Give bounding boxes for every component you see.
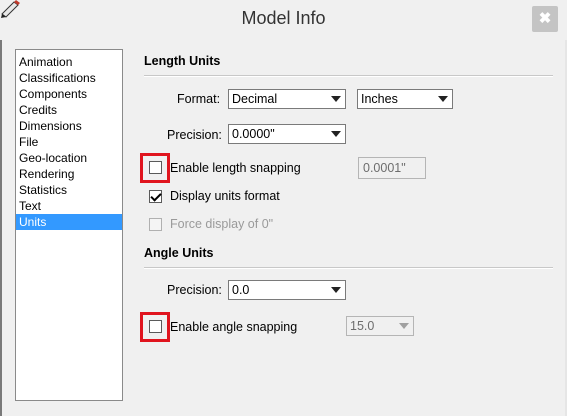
angle-precision-label: Precision: — [167, 283, 222, 297]
unit-select-value: Inches — [361, 92, 398, 106]
sidebar-item-components[interactable]: Components — [16, 86, 122, 102]
chevron-down-icon — [436, 92, 450, 106]
sidebar-item-animation[interactable]: Animation — [16, 54, 122, 70]
force-display-label: Force display of 0" — [170, 217, 274, 231]
format-select[interactable]: Decimal — [228, 89, 346, 109]
unit-select[interactable]: Inches — [357, 89, 453, 109]
sidebar-item-text[interactable]: Text — [16, 198, 122, 214]
length-precision-value: 0.0000" — [232, 127, 275, 141]
length-precision-label: Precision: — [167, 128, 222, 142]
sidebar-item-file[interactable]: File — [16, 134, 122, 150]
length-precision-select[interactable]: 0.0000" — [228, 124, 346, 144]
sidebar-item-rendering[interactable]: Rendering — [16, 166, 122, 182]
angle-precision-value: 0.0 — [232, 283, 250, 297]
category-list[interactable]: Animation Classifications Components Cre… — [15, 49, 123, 401]
length-snapping-label[interactable]: Enable length snapping — [170, 161, 301, 175]
force-display-checkbox[interactable] — [149, 218, 162, 231]
sidebar-item-units[interactable]: Units — [16, 214, 122, 230]
chevron-down-icon — [397, 319, 411, 333]
format-label: Format: — [177, 92, 221, 106]
sidebar-item-credits[interactable]: Credits — [16, 102, 122, 118]
title-bar: Model Info ✖ — [0, 0, 567, 40]
sidebar-item-dimensions[interactable]: Dimensions — [16, 118, 122, 134]
angle-snapping-value: 15.0 — [350, 319, 375, 333]
angle-snapping-select[interactable]: 15.0 — [346, 316, 414, 336]
angle-snapping-checkbox[interactable] — [149, 320, 162, 333]
display-units-checkbox[interactable] — [149, 190, 162, 203]
close-icon: ✖ — [538, 10, 552, 27]
length-units-heading: Length Units — [144, 54, 221, 68]
length-snapping-field[interactable]: 0.0001" — [358, 157, 426, 179]
angle-units-divider — [144, 267, 553, 269]
chevron-down-icon — [329, 92, 343, 106]
display-units-label[interactable]: Display units format — [170, 189, 280, 203]
chevron-down-icon — [329, 283, 343, 297]
angle-snapping-label[interactable]: Enable angle snapping — [170, 320, 297, 334]
length-units-divider — [144, 75, 553, 77]
length-snapping-checkbox[interactable] — [149, 161, 162, 174]
window-frame-left — [0, 40, 2, 416]
format-select-value: Decimal — [232, 92, 278, 106]
angle-units-heading: Angle Units — [144, 246, 214, 260]
sidebar-item-statistics[interactable]: Statistics — [16, 182, 122, 198]
close-button[interactable]: ✖ — [532, 6, 558, 32]
window-title: Model Info — [241, 8, 326, 28]
sidebar-item-classifications[interactable]: Classifications — [16, 70, 122, 86]
chevron-down-icon — [329, 127, 343, 141]
sidebar-item-geo-location[interactable]: Geo-location — [16, 150, 122, 166]
angle-precision-select[interactable]: 0.0 — [228, 280, 346, 300]
